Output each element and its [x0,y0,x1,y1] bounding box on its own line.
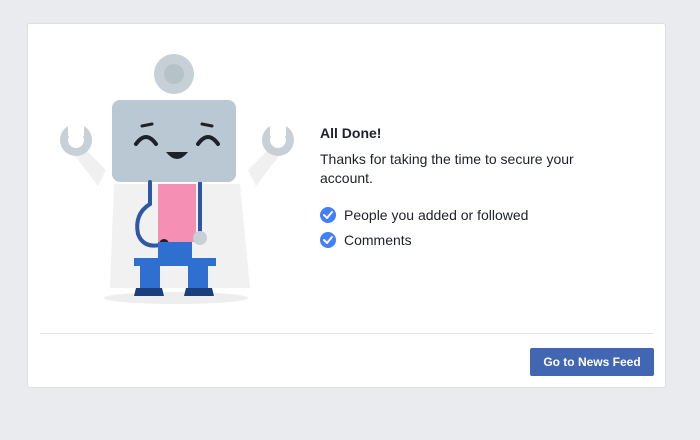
list-item-label: Comments [344,231,412,248]
list-item: People you added or followed [320,202,630,227]
check-circle-icon [320,231,336,248]
check-circle-icon [320,206,336,223]
reviewed-items-list: People you added or followed Comments [320,202,630,252]
confirmation-content: All Done! Thanks for taking the time to … [320,124,630,252]
go-to-news-feed-button[interactable]: Go to News Feed [530,348,654,376]
list-item-label: People you added or followed [344,206,529,223]
dialog-description: Thanks for taking the time to secure you… [320,151,574,186]
dialog-title: All Done! [320,125,382,141]
footer-divider [40,333,653,334]
doctor-robot-illustration [60,54,294,304]
list-item: Comments [320,227,630,252]
confirmation-dialog: All Done! Thanks for taking the time to … [27,23,666,388]
